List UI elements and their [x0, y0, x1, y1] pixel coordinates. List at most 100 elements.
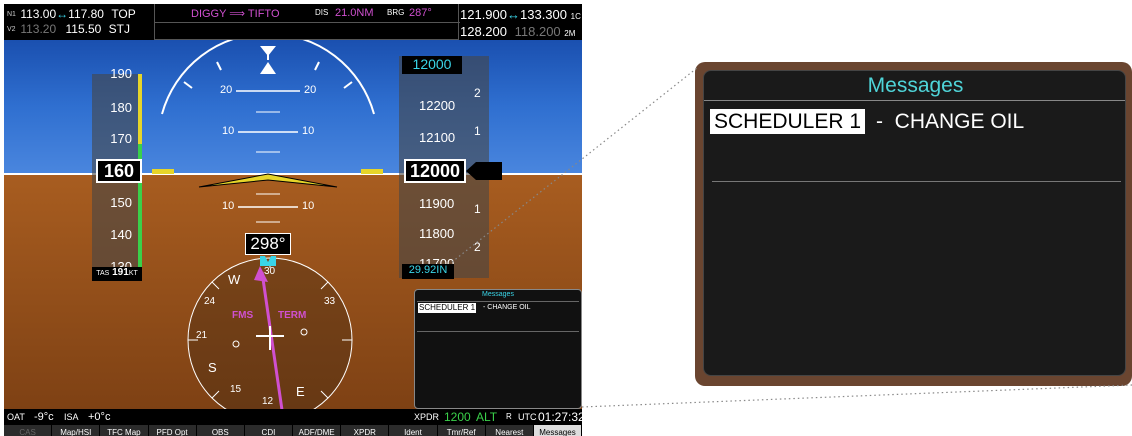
message-highlight-zoom[interactable]: SCHEDULER 1	[710, 109, 866, 134]
softkey-ident[interactable]: Ident	[389, 425, 438, 436]
pitch-label-20-left: 20	[220, 84, 233, 96]
utc-time: 01:27:32	[538, 410, 582, 424]
vsi-tick: 2	[474, 86, 481, 100]
baro-setting[interactable]: 29.92IN	[402, 264, 454, 279]
active-leg-bar: DIGGY ⟹ TIFTO DIS 21.0NM BRG 287°	[154, 4, 460, 40]
softkey-pfd-opt[interactable]: PFD Opt	[148, 425, 197, 436]
softkey-cdi[interactable]: CDI	[244, 425, 294, 436]
com1-active: 121.900	[460, 7, 507, 22]
message-highlight[interactable]: SCHEDULER 1	[418, 303, 477, 313]
hsi-flight-phase: TERM	[278, 310, 307, 321]
top-status-bar: N1 113.00↔117.80 TOP V2 113.20 115.50 ST…	[4, 4, 582, 40]
active-leg: DIGGY ⟹ TIFTO	[191, 8, 280, 20]
softkey-xpdr[interactable]: XPDR	[341, 425, 390, 436]
active-leg-bar-lower	[155, 22, 460, 39]
vsi-pointer	[466, 162, 502, 180]
softkey-nearest[interactable]: Nearest	[485, 425, 534, 436]
message-dash: -	[483, 304, 486, 311]
selected-altitude[interactable]: 12000	[402, 56, 462, 74]
pitch-label-minus10-left: 10	[222, 200, 235, 212]
pitch-label-20-right: 20	[304, 84, 317, 96]
reply-indicator: R	[506, 412, 512, 421]
hsi-label-s: S	[208, 360, 217, 375]
nav1-prefix: N1	[7, 11, 16, 19]
hsi-label-e: E	[296, 384, 305, 399]
softkey-tfc-map[interactable]: TFC Map	[100, 425, 149, 436]
oat-value: -9°c	[34, 411, 54, 423]
messages-inset-title: Messages	[482, 291, 514, 298]
nav1-standby: 117.80	[68, 7, 104, 21]
softkey-obs[interactable]: OBS	[196, 425, 245, 436]
airspeed-caution-band	[138, 74, 142, 144]
brg-label: BRG	[387, 8, 405, 17]
pitch-label-minus10-right: 10	[302, 200, 315, 212]
hsi-label-24: 24	[204, 296, 216, 307]
tas-label: TAS	[96, 270, 110, 277]
hsi-label-w: W	[228, 272, 241, 287]
isa-label: ISA	[64, 412, 79, 422]
vsi-tick: 2	[474, 240, 481, 254]
softkey-messages[interactable]: Messages	[533, 425, 582, 436]
tas-unit: KT	[128, 270, 138, 277]
message-text: - CHANGE OIL	[876, 109, 1024, 134]
airspeed-tick: 190	[110, 66, 132, 81]
altitude-tick: 12100	[419, 130, 456, 145]
nav2-ident: STJ	[108, 22, 130, 36]
brg-value: 287°	[409, 7, 432, 19]
true-airspeed: TAS 191KT	[92, 267, 142, 281]
hsi-label-33: 33	[324, 296, 336, 307]
dis-label: DIS	[315, 8, 329, 17]
xpdr-code: 1200	[444, 410, 471, 424]
heading-readout: 298°	[245, 233, 291, 255]
messages-title: Messages	[867, 74, 964, 97]
softkey-cas[interactable]: CAS	[4, 425, 53, 436]
message-body: CHANGE OIL	[894, 110, 1025, 133]
messages-window-zoom: Messages SCHEDULER 1 - CHANGE OIL	[695, 62, 1132, 386]
hsi-label-12: 12	[262, 396, 274, 407]
pfd-display: 20 20 10 10 10 10 N1 113.00↔117.80 TOP V…	[4, 4, 582, 436]
airspeed-tick: 170	[110, 131, 132, 146]
message-body: CHANGE OIL	[487, 304, 531, 311]
altitude-readout: 12000	[404, 159, 466, 183]
hsi-label-30: 30	[264, 266, 276, 277]
nav1-active: 113.00	[20, 7, 57, 21]
heading-bug	[260, 256, 276, 266]
pitch-label-10-right: 10	[302, 125, 315, 137]
altitude-tick: 11800	[419, 226, 455, 241]
com2-active: 128.200	[460, 24, 507, 39]
softkey-adf-dme[interactable]: ADF/DME	[293, 425, 342, 436]
com2-label: 2M	[564, 29, 576, 38]
oat-label: OAT	[7, 412, 25, 422]
pitch-label-10-left: 10	[222, 125, 235, 137]
divider	[417, 301, 579, 302]
bottom-status-bar: OAT -9°c ISA +0°c XPDR 1200 ALT R UTC 01…	[4, 409, 582, 425]
isa-value: +0°c	[88, 411, 111, 423]
softkey-bar: CAS Map/HSI TFC Map PFD Opt OBS CDI ADF/…	[4, 425, 582, 436]
nav2-standby: 115.50	[65, 22, 102, 36]
airspeed-readout: 160	[96, 159, 142, 183]
airspeed-tick: 180	[110, 100, 132, 115]
com1-standby: 133.300	[520, 7, 567, 22]
altitude-tick: 12200	[419, 98, 456, 113]
hsi-label-21: 21	[196, 330, 208, 341]
softkey-map-hsi[interactable]: Map/HSI	[52, 425, 101, 436]
divider	[704, 100, 1125, 101]
softkey-tmr-ref[interactable]: Tmr/Ref	[437, 425, 486, 436]
vsi-tick: 1	[474, 124, 481, 138]
airspeed-tick: 150	[110, 195, 132, 210]
nav1-ident: TOP	[111, 7, 136, 21]
hsi-nav-source: FMS	[232, 310, 254, 321]
vsi-tick: 1	[474, 202, 481, 216]
com-frequencies[interactable]: 121.900↔133.300 1C 128.200 118.200 2M	[460, 7, 581, 41]
tas-value: 191	[112, 267, 129, 278]
com1-label: 1C	[570, 12, 581, 21]
nav1-swap-arrow: ↔	[56, 7, 69, 21]
message-dash: -	[876, 110, 883, 133]
nav2-active: 113.20	[20, 22, 57, 36]
nav-frequencies[interactable]: N1 113.00↔117.80 TOP V2 113.20 115.50 ST…	[7, 7, 136, 37]
message-text-inset: - CHANGE OIL	[483, 303, 530, 313]
dis-value: 21.0NM	[335, 7, 374, 19]
xpdr-mode: ALT	[476, 410, 498, 424]
hsi-label-15: 15	[230, 384, 242, 395]
divider	[417, 331, 579, 332]
